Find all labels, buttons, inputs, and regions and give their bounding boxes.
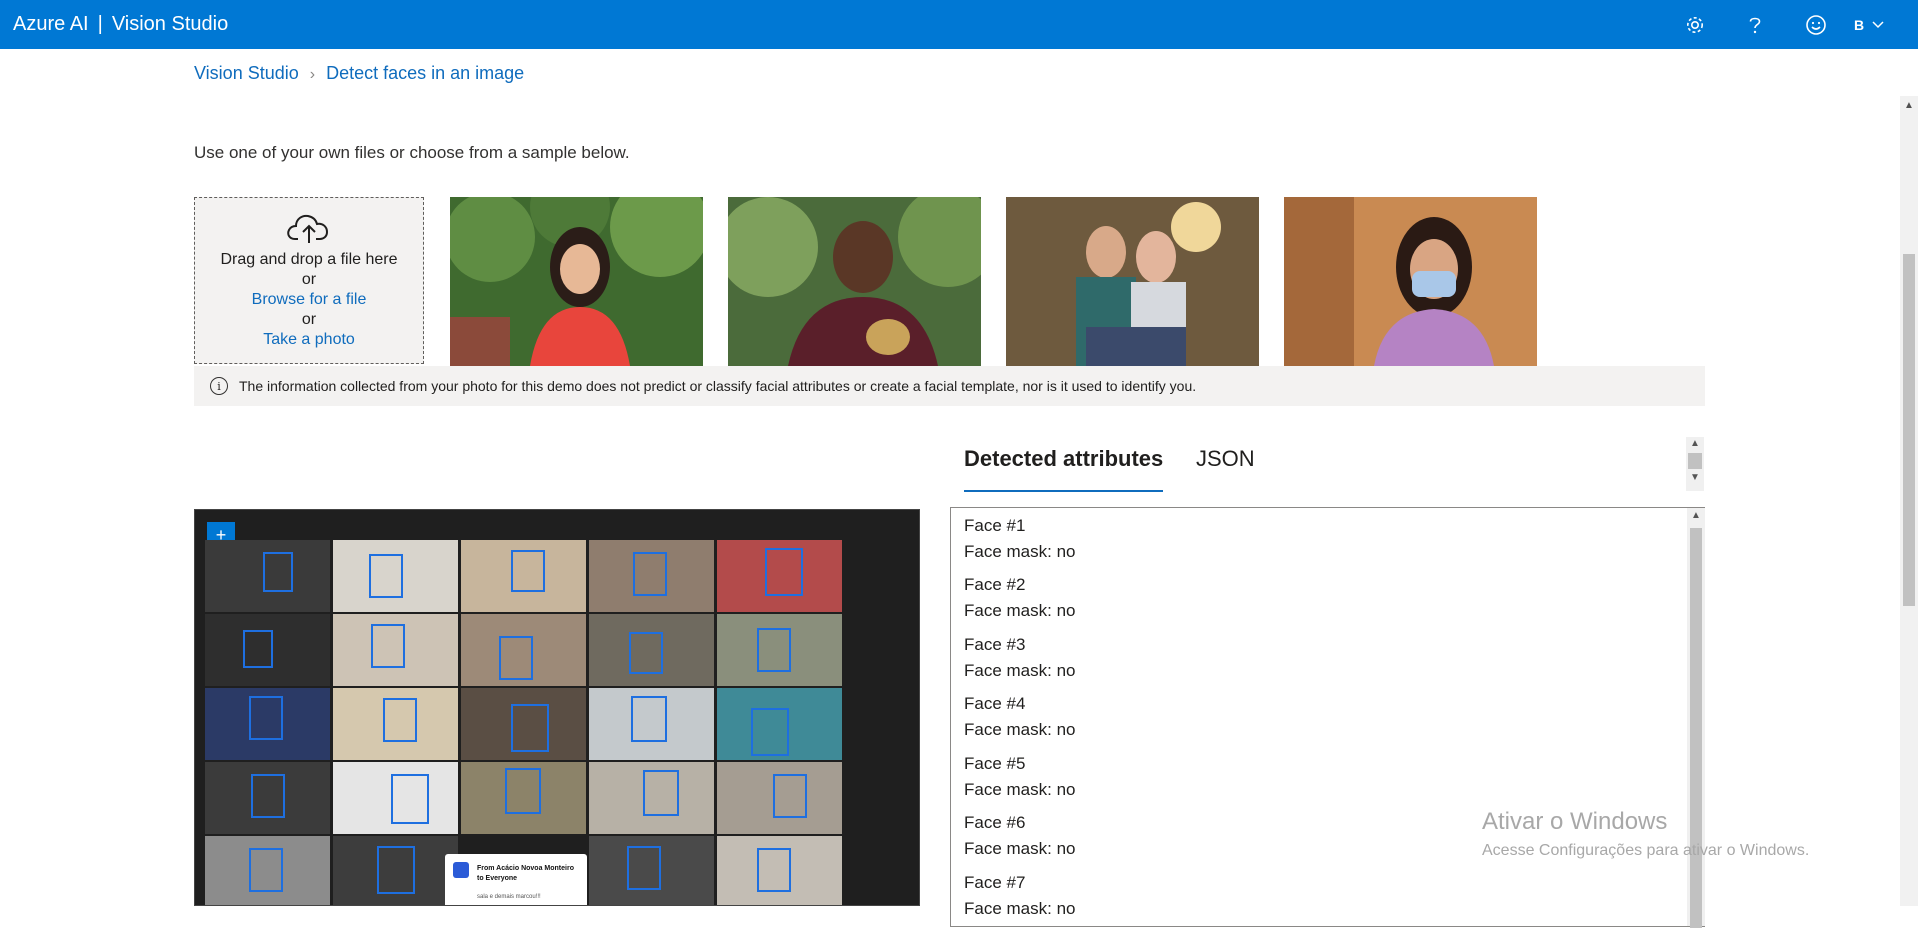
- detected-attributes-list: Face #1 Face mask: no Face #2 Face mask: n…: [950, 507, 1705, 928]
- browse-file-link[interactable]: Browse for a file: [195, 290, 423, 310]
- face-title: Face #1: [964, 516, 1026, 535]
- video-tile: [717, 688, 842, 760]
- face-mask-value: Face mask: no: [964, 780, 1076, 799]
- top-bar: Azure AI | Vision Studio B: [0, 0, 1918, 49]
- list-item: Face #1 Face mask: no: [964, 513, 1076, 565]
- face-title: Face #2: [964, 575, 1026, 594]
- scroll-down-icon[interactable]: ▼: [1686, 471, 1704, 485]
- watermark-title: Ativar o Windows: [1482, 808, 1668, 835]
- list-item: Face #4 Face mask: no: [964, 691, 1076, 743]
- video-tile: [461, 688, 586, 760]
- video-tile: [717, 540, 842, 612]
- notification-title: From Acácio Novoa Monteiro to Everyone: [477, 865, 574, 882]
- face-title: Face #7: [964, 873, 1026, 892]
- face-title: Face #3: [964, 635, 1026, 654]
- video-tile: [333, 762, 458, 834]
- video-tile: [717, 762, 842, 834]
- video-tile: [205, 540, 330, 612]
- page-scrollbar[interactable]: ▲: [1900, 96, 1918, 906]
- scroll-thumb[interactable]: [1903, 254, 1915, 606]
- brand-name: Azure AI: [13, 13, 89, 35]
- brand-separator: |: [97, 13, 103, 35]
- scroll-up-icon[interactable]: ▲: [1687, 510, 1705, 521]
- breadcrumb: Vision Studio › Detect faces in an image: [194, 63, 524, 84]
- help-icon[interactable]: [1740, 10, 1770, 40]
- analyzed-image: + − From Acácio Novoa Monteiro to Everyo…: [194, 509, 920, 906]
- video-tile: [333, 688, 458, 760]
- face-mask-value: Face mask: no: [964, 542, 1076, 561]
- scroll-thumb[interactable]: [1690, 528, 1702, 928]
- video-tile: [205, 688, 330, 760]
- face-mask-value: Face mask: no: [964, 899, 1076, 918]
- or-text: or: [301, 271, 317, 288]
- video-tile: [589, 836, 714, 905]
- face-title: Face #6: [964, 813, 1026, 832]
- upload-dropzone[interactable]: Drag and drop a file here or Browse for …: [194, 197, 424, 364]
- chevron-down-icon: [1872, 18, 1884, 32]
- video-tile: [461, 540, 586, 612]
- scroll-thumb[interactable]: [1688, 453, 1702, 469]
- face-title: Face #4: [964, 694, 1026, 713]
- list-item: Face #5 Face mask: no: [964, 751, 1076, 803]
- sample-image-3[interactable]: [1006, 197, 1259, 366]
- sample-image-4[interactable]: [1284, 197, 1537, 366]
- video-tile: [333, 836, 458, 905]
- video-tile: [589, 614, 714, 686]
- avatar: B: [1854, 17, 1865, 33]
- drag-drop-text: Drag and drop a file here: [220, 251, 398, 268]
- chat-notification[interactable]: From Acácio Novoa Monteiro to Everyone s…: [445, 854, 587, 905]
- or-text: or: [301, 311, 317, 328]
- list-item: Face #7 Face mask: no: [964, 870, 1076, 922]
- face-title: Face #5: [964, 754, 1026, 773]
- take-photo-link[interactable]: Take a photo: [195, 330, 423, 350]
- video-tile: [205, 836, 330, 905]
- results-scrollbar[interactable]: ▲: [1687, 508, 1705, 928]
- privacy-notice-text: The information collected from your phot…: [239, 378, 1197, 394]
- face-mask-value: Face mask: no: [964, 601, 1076, 620]
- video-tile: [717, 836, 842, 905]
- video-tile: [333, 540, 458, 612]
- smiley-icon[interactable]: [1801, 10, 1831, 40]
- notification-body: sala e demais marcou!!!: [477, 894, 541, 900]
- sample-image-1[interactable]: [450, 197, 703, 366]
- privacy-notice: i The information collected from your ph…: [194, 366, 1705, 406]
- video-tile: [205, 762, 330, 834]
- scroll-up-icon[interactable]: ▲: [1900, 100, 1918, 111]
- face-mask-value: Face mask: no: [964, 661, 1076, 680]
- watermark-subtitle: Acesse Configurações para ativar o Windo…: [1482, 842, 1810, 859]
- app-brand[interactable]: Azure AI | Vision Studio: [13, 13, 228, 36]
- instruction-text: Use one of your own files or choose from…: [194, 143, 630, 162]
- tab-json[interactable]: JSON: [1196, 446, 1255, 472]
- face-mask-value: Face mask: no: [964, 839, 1076, 858]
- chat-icon: [453, 862, 469, 878]
- tab-detected-attributes[interactable]: Detected attributes: [964, 446, 1164, 492]
- product-name: Vision Studio: [111, 13, 229, 35]
- cloud-upload-icon: [285, 210, 333, 246]
- sample-image-2[interactable]: [728, 197, 981, 366]
- list-item: Face #6 Face mask: no: [964, 810, 1076, 862]
- video-tile: [461, 762, 586, 834]
- scroll-up-icon[interactable]: ▲: [1686, 437, 1704, 451]
- video-tile: [717, 614, 842, 686]
- tabs-scrollbar[interactable]: ▲ ▼: [1686, 437, 1704, 491]
- breadcrumb-vision-studio[interactable]: Vision Studio: [194, 63, 299, 83]
- video-tile: [589, 540, 714, 612]
- chevron-right-icon: ›: [309, 66, 316, 83]
- info-icon: i: [210, 377, 228, 395]
- video-tile: [205, 614, 330, 686]
- account-menu[interactable]: B: [1854, 12, 1884, 38]
- video-tile: [589, 688, 714, 760]
- breadcrumb-current[interactable]: Detect faces in an image: [326, 63, 524, 83]
- video-tile: [333, 614, 458, 686]
- windows-activation-watermark: Ativar o Windows Acesse Configurações pa…: [1482, 808, 1809, 860]
- video-tile: [589, 762, 714, 834]
- face-mask-value: Face mask: no: [964, 720, 1076, 739]
- gear-icon[interactable]: [1680, 10, 1710, 40]
- list-item: Face #3 Face mask: no: [964, 632, 1076, 684]
- list-item: Face #2 Face mask: no: [964, 572, 1076, 624]
- video-tile: [461, 614, 586, 686]
